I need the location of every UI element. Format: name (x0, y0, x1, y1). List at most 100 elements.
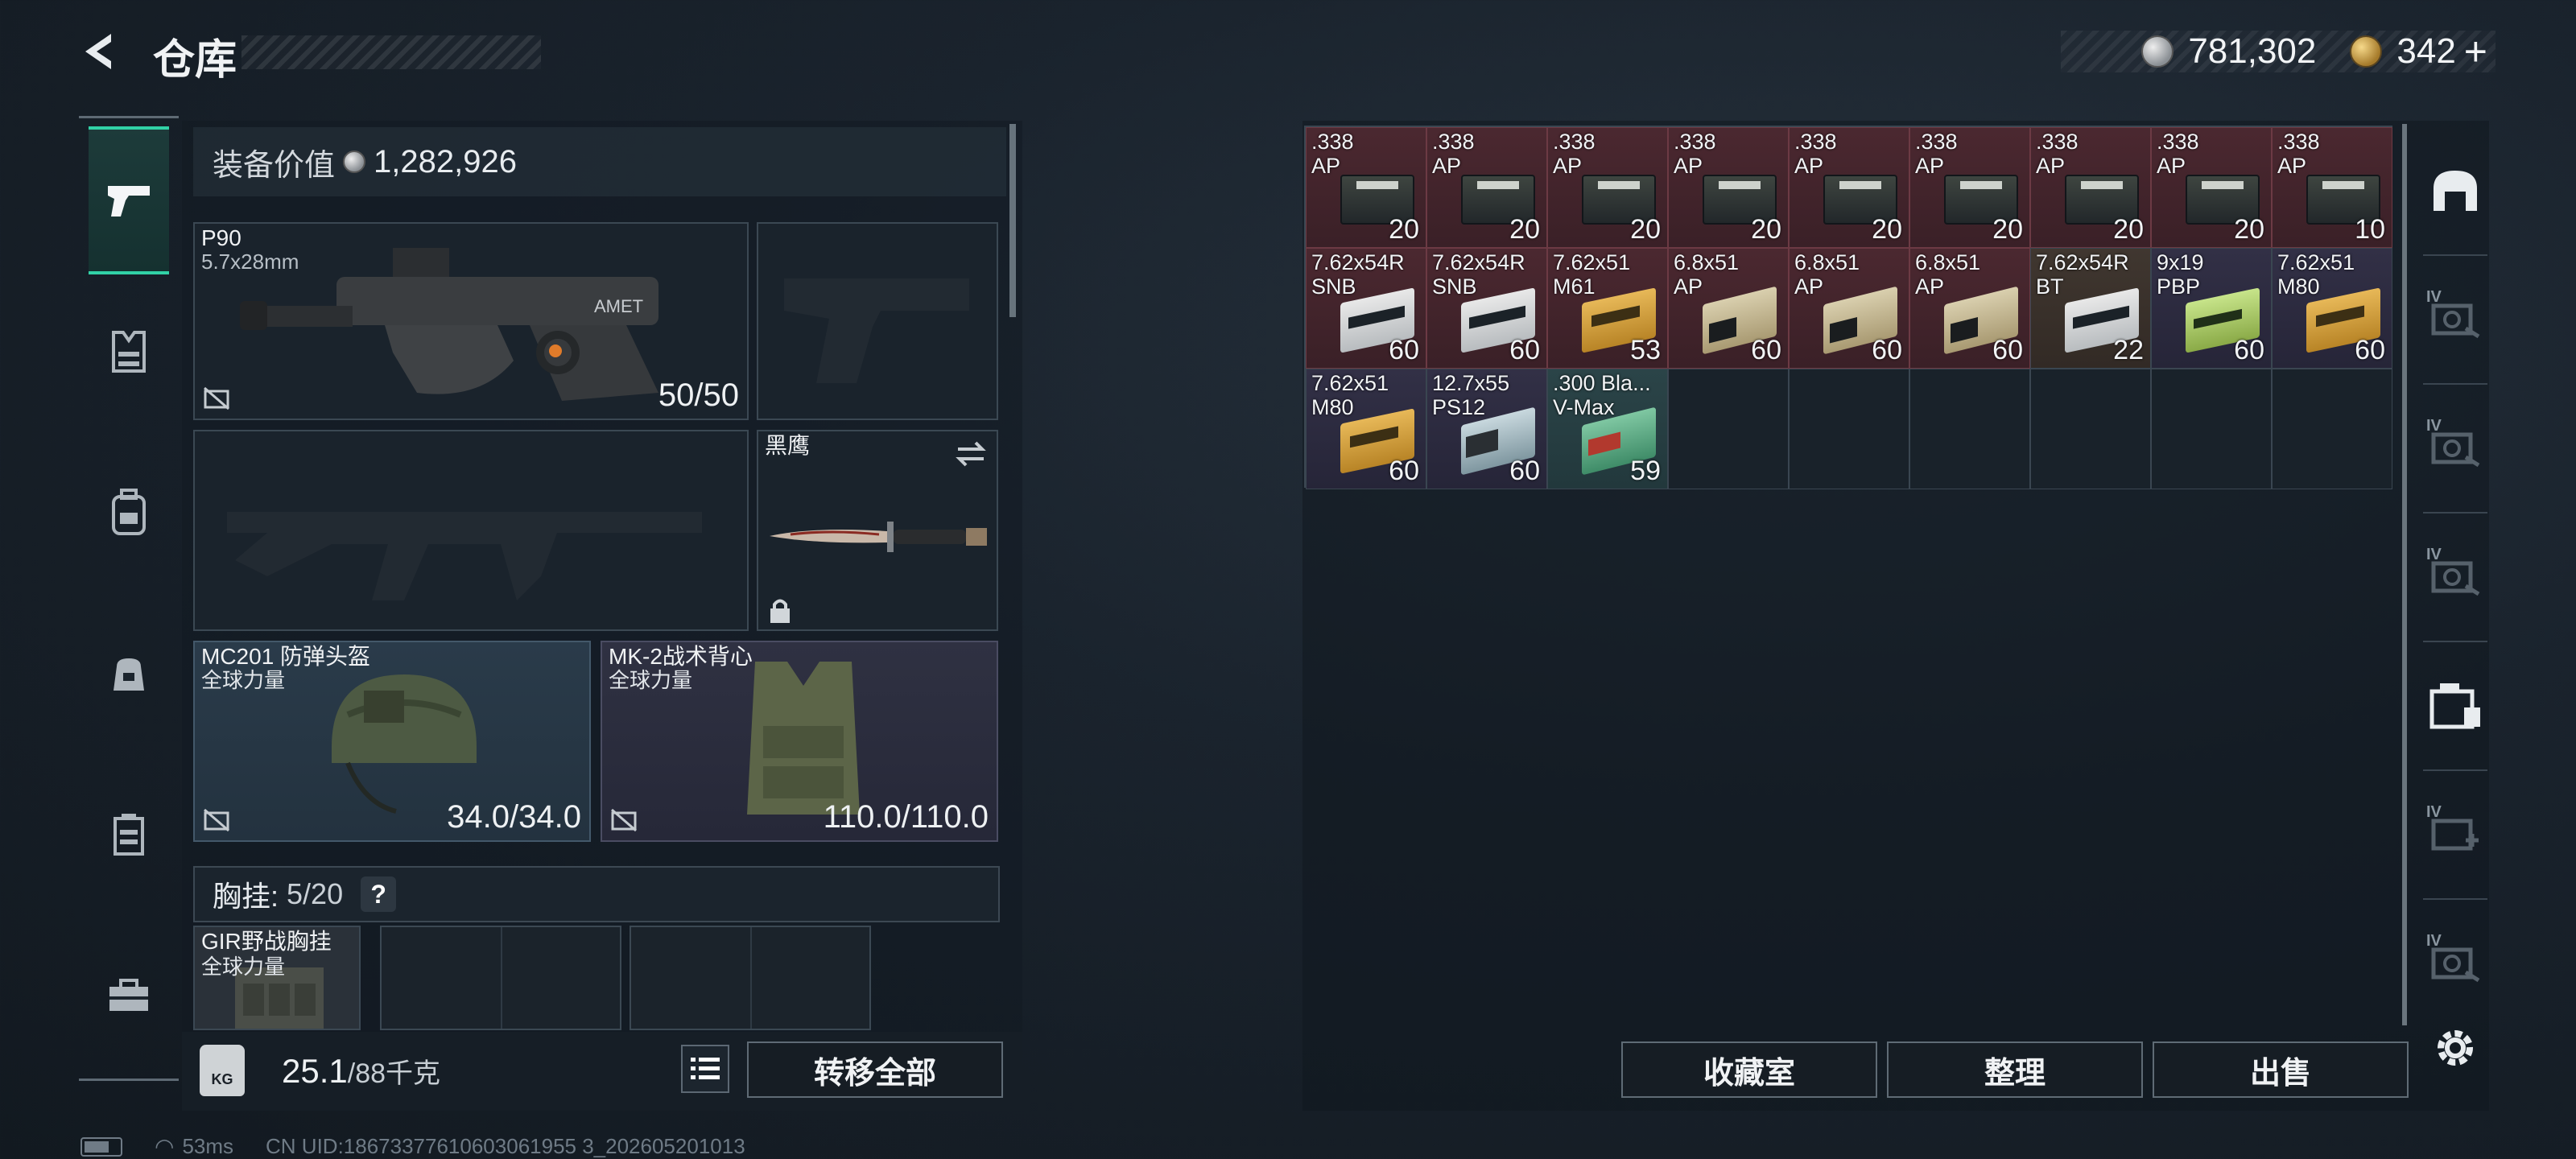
nav-item-toolbox[interactable] (89, 947, 169, 1044)
backpack-icon (112, 489, 146, 535)
tier-label: IV (2426, 932, 2442, 950)
swap-icon[interactable] (953, 438, 989, 470)
add-gold-button[interactable]: + (2464, 28, 2487, 75)
secondary-weapon-slot[interactable] (193, 430, 749, 631)
carry-weight: 25.1/88千克 (282, 1051, 440, 1091)
pistol-slot[interactable] (757, 222, 998, 420)
side-tab-divider (2423, 512, 2487, 514)
stash-item[interactable]: .300 Bla... V-Max 59 (1547, 369, 1668, 489)
stash-item[interactable]: 9x19 PBP 60 (2151, 248, 2272, 369)
rig-pocket-slot[interactable] (630, 926, 871, 1030)
vest-durability: 110.0/110.0 (823, 799, 989, 835)
stash-item[interactable]: 7.62x51 M61 53 (1547, 248, 1668, 369)
list-view-button[interactable] (681, 1045, 729, 1093)
stash-item-count: 60 (1992, 335, 2023, 365)
stash-item-name: .300 Bla... V-Max (1553, 371, 1651, 419)
p90-rifle-icon: AMET (240, 248, 658, 401)
stash-item[interactable]: .338 AP 20 (2151, 127, 2272, 248)
weapon-ammo: 50/50 (658, 377, 739, 413)
side-tab-5[interactable] (2423, 673, 2487, 737)
stash-empty-cell[interactable] (1909, 369, 2030, 489)
stash-item[interactable]: 6.8x51 AP 60 (1789, 248, 1909, 369)
stash-item[interactable]: 7.62x54R SNB 60 (1306, 248, 1426, 369)
rifle-silhouette-icon (227, 512, 702, 600)
stash-empty-cell[interactable] (1668, 369, 1789, 489)
side-tab-divider (2423, 254, 2487, 256)
side-tab-6[interactable]: IV (2423, 802, 2487, 866)
stash-item-name: 6.8x51 AP (1794, 250, 1860, 299)
vest-name: MK-2战术背心 (609, 644, 753, 669)
stash-item[interactable]: .338 AP 20 (2030, 127, 2151, 248)
rig-item-name: GIR野战胸挂 (201, 929, 332, 954)
stash-item[interactable]: .338 AP 20 (1909, 127, 2030, 248)
wifi-icon: ◠ (155, 1134, 175, 1159)
helmet-slot[interactable]: MC201 防弹头盔 全球力量 34.0/34.0 (193, 641, 591, 842)
stash-item-name: 6.8x51 AP (1915, 250, 1981, 299)
battery-icon (80, 1136, 122, 1157)
no-insurance-icon (204, 808, 229, 832)
stash-item[interactable]: 6.8x51 AP 60 (1909, 248, 2030, 369)
gear-icon (2438, 1030, 2473, 1066)
bag-icon (114, 658, 144, 691)
rig-icon (114, 814, 144, 856)
stash-item-count: 20 (1389, 214, 1419, 245)
vest-brand: 全球力量 (609, 668, 693, 692)
helmet-brand: 全球力量 (201, 668, 286, 692)
stash-empty-cell[interactable] (2030, 369, 2151, 489)
transfer-all-button[interactable]: 转移全部 (747, 1041, 1003, 1098)
nav-item-rig[interactable] (89, 786, 169, 883)
vest-slot[interactable]: MK-2战术背心 全球力量 110.0/110.0 (601, 641, 998, 842)
stash-empty-cell[interactable] (2272, 369, 2392, 489)
no-insurance-icon (611, 808, 637, 832)
nav-item-armor[interactable] (89, 303, 169, 400)
sort-button[interactable]: 整理 (1887, 1041, 2143, 1098)
stash-item[interactable]: .338 AP 10 (2272, 127, 2392, 248)
rig-item-slot[interactable]: GIR野战胸挂 全球力量 (193, 926, 361, 1030)
side-tab-3[interactable]: IV (2423, 415, 2487, 480)
stash-item[interactable]: 7.62x51 M80 60 (2272, 248, 2392, 369)
stash-empty-cell[interactable] (2151, 369, 2272, 489)
stash-item[interactable]: .338 AP 20 (1426, 127, 1547, 248)
stash-item[interactable]: 7.62x51 M80 60 (1306, 369, 1426, 489)
currency-bar: 781,302 342 + (2061, 28, 2496, 75)
stash-item-count: 22 (2113, 335, 2144, 365)
stash-scrollbar[interactable] (2402, 124, 2407, 1025)
stash-item[interactable]: .338 AP 20 (1668, 127, 1789, 248)
stash-item-name: .338 AP (1915, 130, 1958, 178)
side-tab-2[interactable]: IV (2423, 287, 2487, 351)
silver-coin-icon (343, 151, 366, 173)
melee-slot[interactable]: 黑鹰 (757, 430, 998, 631)
collection-room-button[interactable]: 收藏室 (1621, 1041, 1877, 1098)
stash-item[interactable]: .338 AP 20 (1306, 127, 1426, 248)
settings-button[interactable] (2423, 1016, 2487, 1080)
stash-item-name: 7.62x51 M80 (2277, 250, 2355, 299)
side-tab-4[interactable]: IV (2423, 544, 2487, 608)
weapon-name: P90 (201, 225, 242, 250)
help-button[interactable]: ? (361, 876, 397, 912)
back-button[interactable] (77, 27, 126, 76)
side-tab-1[interactable] (2423, 158, 2487, 222)
stash-item[interactable]: 6.8x51 AP 60 (1668, 248, 1789, 369)
stash-empty-cell[interactable] (1789, 369, 1909, 489)
nav-item-weapons[interactable] (89, 126, 169, 274)
lock-icon (770, 599, 790, 623)
sell-button[interactable]: 出售 (2153, 1041, 2409, 1098)
side-tab-7[interactable]: IV (2423, 930, 2487, 995)
stash-item[interactable]: .338 AP 20 (1789, 127, 1909, 248)
stash-item[interactable]: .338 AP 20 (1547, 127, 1668, 248)
rig-pocket-slot[interactable] (380, 926, 621, 1030)
nav-item-bag[interactable] (89, 625, 169, 722)
list-icon (691, 1058, 720, 1079)
stash-item-name: .338 AP (1553, 130, 1596, 178)
stash-item[interactable]: 12.7x55 PS12 60 (1426, 369, 1547, 489)
stash-item-name: 7.62x54R SNB (1311, 250, 1405, 299)
status-bar: ◠ 53ms CN UID:18673377610603061955 3_202… (80, 1133, 745, 1159)
nav-item-backpack[interactable] (89, 464, 169, 561)
stash-item-count: 20 (1630, 214, 1661, 245)
tier-label: IV (2426, 546, 2442, 563)
stash-grid: .338 AP 20.338 AP 20.338 AP 20.338 AP 20.338… (1304, 126, 2392, 489)
stash-item[interactable]: 7.62x54R SNB 60 (1426, 248, 1547, 369)
stash-item[interactable]: 7.62x54R BT 22 (2030, 248, 2151, 369)
primary-weapon-slot[interactable]: AMET P90 5.7x28mm 50/50 (193, 222, 749, 420)
equipment-scrollbar[interactable] (1009, 124, 1016, 317)
